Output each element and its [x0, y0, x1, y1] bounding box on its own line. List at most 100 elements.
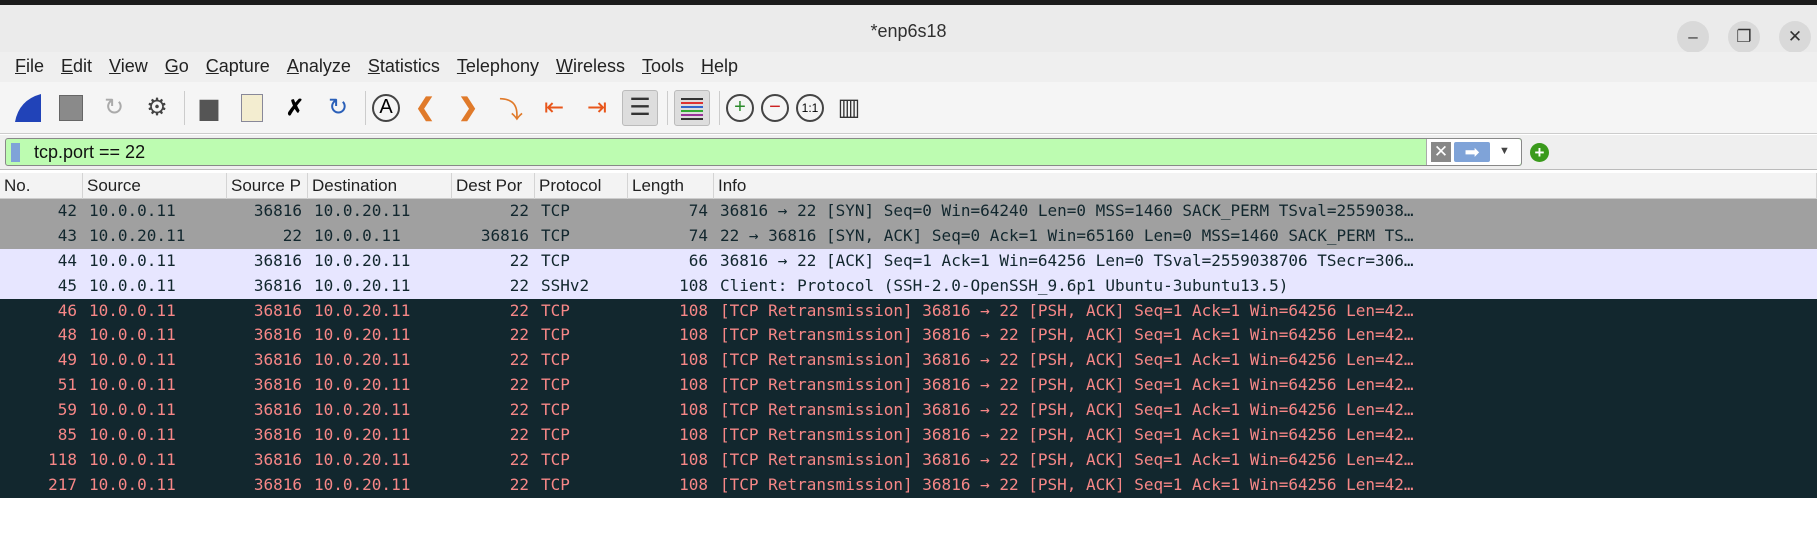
column-header-destination[interactable]: Destination — [308, 173, 452, 199]
column-header-dest-por[interactable]: Dest Por — [452, 173, 535, 199]
save-file-icon[interactable] — [234, 90, 270, 126]
normal-size-icon[interactable]: 1:1 — [796, 93, 824, 122]
stop-icon[interactable] — [53, 90, 89, 126]
chevron-right-icon[interactable]: ❯ — [450, 90, 486, 126]
close-file-icon[interactable]: ✗ — [277, 90, 313, 126]
cell-proto: TCP — [541, 350, 570, 370]
menu-analyze[interactable]: Analyze — [287, 52, 351, 82]
cell-len: 108 — [679, 449, 708, 469]
folder-icon[interactable]: ▆ — [191, 90, 227, 126]
go-to-packet-icon[interactable]: ⤵ — [493, 90, 529, 126]
menu-statistics[interactable]: Statistics — [368, 52, 440, 82]
packet-row[interactable]: 49 10.0.0.11 36816 10.0.20.11 22 TCP 108 [TCP R… — [0, 348, 1817, 374]
packet-list: 42 10.0.0.11 36816 10.0.20.11 22 TCP 74 36816 →… — [0, 199, 1817, 498]
separator — [365, 90, 366, 125]
menu-view[interactable]: View — [109, 52, 148, 82]
cell-no: 46 — [57, 300, 77, 320]
separator — [184, 90, 185, 125]
main-toolbar: ↻ ⚙ ▆ ✗ ↻ A ❮ ❯ ⤵ ⇤ ⇥ ☰ + − 1:1 ▥ — [0, 82, 1817, 134]
cell-proto: TCP — [541, 375, 570, 395]
zoom-in-icon[interactable]: + — [726, 93, 754, 122]
display-filter: ✕ ➡ ▼ — [5, 138, 1522, 166]
cell-info: 36816 → 22 [SYN] Seq=0 Win=64240 Len=0 M… — [720, 201, 1414, 220]
column-header-no[interactable]: No. — [0, 173, 83, 199]
cell-src: 10.0.0.11 — [89, 400, 176, 420]
menu-go[interactable]: Go — [165, 52, 189, 82]
cell-sport: 36816 — [253, 400, 302, 420]
menu-file[interactable]: File — [15, 52, 44, 82]
column-header-info[interactable]: Info — [714, 173, 1817, 199]
cell-dport: 36816 — [480, 225, 529, 245]
window-title: *enp6s18 — [870, 21, 947, 41]
menu-tools[interactable]: Tools — [642, 52, 684, 82]
first-packet-icon[interactable]: ⇤ — [536, 90, 572, 126]
cell-dst: 10.0.20.11 — [314, 449, 411, 469]
cell-src: 10.0.0.11 — [89, 350, 176, 370]
menu-edit[interactable]: Edit — [61, 52, 92, 82]
cell-proto: TCP — [541, 400, 570, 420]
packet-list-header: No. Source Source P Destination Dest Por Prot… — [0, 173, 1817, 199]
add-filter-button-icon[interactable]: + — [1530, 143, 1549, 162]
cell-no: 48 — [57, 325, 77, 345]
packet-row[interactable]: 42 10.0.0.11 36816 10.0.20.11 22 TCP 74 36816 →… — [0, 199, 1817, 224]
cell-no: 45 — [57, 275, 77, 295]
cell-info: [TCP Retransmission] 36816 → 22 [PSH, AC… — [720, 474, 1414, 494]
shark-fin-icon[interactable] — [10, 90, 46, 126]
packet-row[interactable]: 85 10.0.0.11 36816 10.0.20.11 22 TCP 108 [TCP R… — [0, 423, 1817, 448]
column-header-protocol[interactable]: Protocol — [535, 173, 628, 199]
cell-info: [TCP Retransmission] 36816 → 22 [PSH, AC… — [720, 325, 1414, 345]
find-icon[interactable]: A — [372, 93, 400, 122]
column-header-length[interactable]: Length — [628, 173, 714, 199]
cell-no: 59 — [57, 400, 77, 420]
apply-filter-arrow-icon[interactable]: ➡ — [1454, 142, 1490, 162]
packet-row[interactable]: 46 10.0.0.11 36816 10.0.20.11 22 TCP 108 [TCP R… — [0, 298, 1817, 324]
menu-telephony[interactable]: Telephony — [457, 52, 539, 82]
packet-row[interactable]: 59 10.0.0.11 36816 10.0.20.11 22 TCP 108 [TCP R… — [0, 398, 1817, 424]
menu-help[interactable]: Help — [701, 52, 738, 82]
cell-dport: 22 — [509, 474, 529, 494]
gear-icon[interactable]: ⚙ — [139, 90, 175, 126]
packet-row[interactable]: 48 10.0.0.11 36816 10.0.20.11 22 TCP 108 [TCP R… — [0, 323, 1817, 349]
packet-row[interactable]: 51 10.0.0.11 36816 10.0.20.11 22 TCP 108 [TCP R… — [0, 373, 1817, 399]
cell-sport: 36816 — [253, 474, 302, 494]
auto-scroll-icon[interactable]: ☰ — [622, 89, 658, 126]
colorize-icon[interactable] — [674, 89, 710, 126]
packet-row[interactable]: 44 10.0.0.11 36816 10.0.20.11 22 TCP 66 36816 →… — [0, 248, 1817, 274]
cell-no: 51 — [57, 375, 77, 395]
cell-len: 108 — [679, 325, 708, 345]
cell-info: [TCP Retransmission] 36816 → 22 [PSH, AC… — [720, 425, 1414, 445]
reload-file-icon[interactable]: ↻ — [320, 90, 356, 126]
cell-dport: 22 — [509, 350, 529, 370]
cell-sport: 22 — [282, 225, 302, 245]
resize-columns-icon[interactable]: ▥ — [831, 90, 867, 126]
restore-button[interactable]: ❐ — [1728, 21, 1760, 53]
restart-icon[interactable]: ↻ — [96, 90, 132, 126]
packet-row[interactable]: 217 10.0.0.11 36816 10.0.20.11 22 TCP 108 [TCP … — [0, 472, 1817, 498]
cell-sport: 36816 — [253, 250, 302, 270]
cell-len: 66 — [688, 250, 708, 270]
close-button[interactable]: ✕ — [1779, 21, 1811, 53]
packet-row[interactable]: 118 10.0.0.11 36816 10.0.20.11 22 TCP 108 [TCP … — [0, 447, 1817, 473]
column-header-source-p[interactable]: Source P — [227, 173, 308, 199]
minimize-button[interactable]: – — [1677, 21, 1709, 53]
cell-len: 108 — [679, 400, 708, 420]
packet-row[interactable]: 45 10.0.0.11 36816 10.0.20.11 22 SSHv2 108 Clie… — [0, 273, 1817, 299]
cell-proto: TCP — [541, 474, 570, 494]
cell-src: 10.0.0.11 — [89, 325, 176, 345]
cell-no: 49 — [57, 350, 77, 370]
menu-wireless[interactable]: Wireless — [556, 52, 625, 82]
cell-sport: 36816 — [253, 449, 302, 469]
cell-proto: TCP — [541, 300, 570, 320]
column-header-source[interactable]: Source — [83, 173, 227, 199]
menu-capture[interactable]: Capture — [206, 52, 270, 82]
chevron-left-icon[interactable]: ❮ — [407, 90, 443, 126]
packet-row[interactable]: 43 10.0.20.11 22 10.0.0.11 36816 TCP 74 22 → 36… — [0, 223, 1817, 249]
bookmark-icon[interactable] — [11, 143, 20, 162]
display-filter-bar: ✕ ➡ ▼ + — [0, 135, 1817, 170]
clear-filter-icon[interactable]: ✕ — [1431, 142, 1451, 162]
last-packet-icon[interactable]: ⇥ — [579, 90, 615, 126]
display-filter-input[interactable] — [34, 142, 1414, 163]
cell-dport: 22 — [509, 449, 529, 469]
chevron-down-icon[interactable]: ▼ — [1499, 145, 1510, 157]
zoom-out-icon[interactable]: − — [761, 93, 789, 122]
